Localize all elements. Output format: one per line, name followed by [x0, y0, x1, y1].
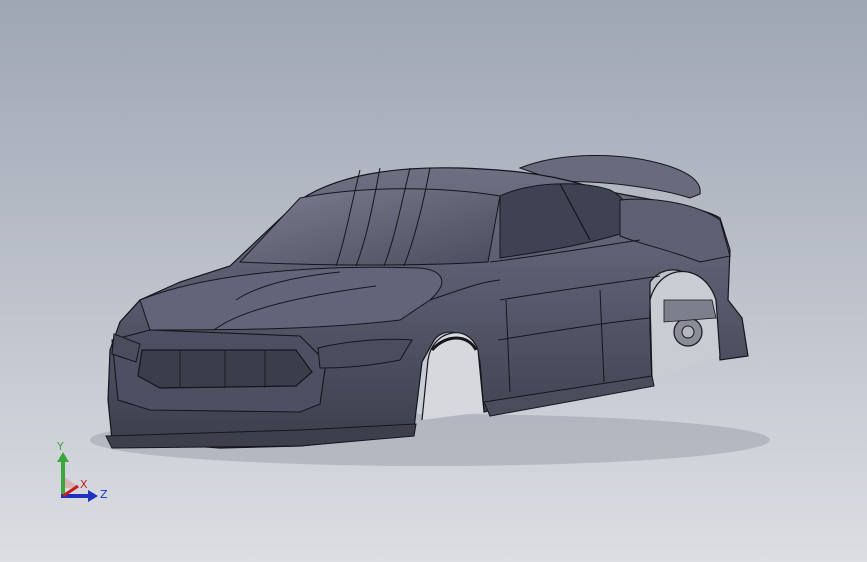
windshield — [238, 188, 501, 266]
car-body-model[interactable] — [0, 0, 867, 562]
y-axis-label: Y — [56, 440, 64, 453]
graphics-viewport[interactable]: Y X Z — [0, 0, 867, 562]
z-axis-label: Z — [100, 488, 108, 501]
y-axis-arrow — [57, 452, 69, 462]
hood — [139, 266, 443, 331]
z-axis-arrow — [88, 490, 98, 502]
coordinate-triad: Y X Z — [56, 440, 108, 502]
x-axis-label: X — [80, 478, 88, 491]
